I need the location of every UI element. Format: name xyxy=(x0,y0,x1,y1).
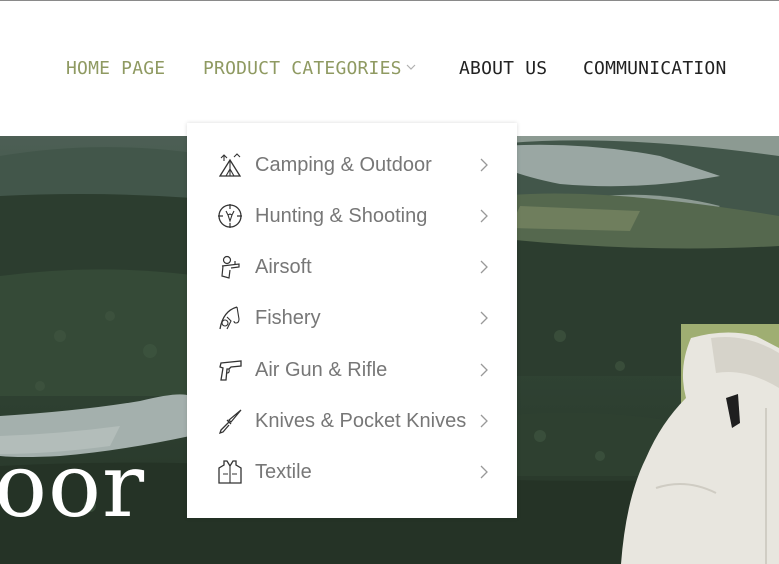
jacket-image xyxy=(621,332,779,564)
dropdown-item-label: Camping & Outdoor xyxy=(255,154,432,176)
nav-product-categories-label: PRODUCT CATEGORIES xyxy=(203,58,402,79)
dropdown-item-hunting-shooting[interactable]: Hunting & Shooting xyxy=(187,195,517,239)
pistol-icon xyxy=(219,360,242,381)
main-nav: HOME PAGE PRODUCT CATEGORIES ABOUT US CO… xyxy=(0,58,779,80)
site-header: HOME PAGE PRODUCT CATEGORIES ABOUT US CO… xyxy=(0,1,779,136)
chevron-down-icon xyxy=(406,64,416,70)
dropdown-item-label: Knives & Pocket Knives xyxy=(255,410,467,432)
dropdown-item-fishery[interactable]: Fishery xyxy=(187,297,517,341)
dropdown-item-air-gun-rifle[interactable]: Air Gun & Rifle xyxy=(187,349,517,393)
vest-icon xyxy=(218,460,242,484)
chevron-right-icon xyxy=(480,311,488,325)
dropdown-item-label: Fishery xyxy=(255,307,321,329)
nav-product-categories[interactable]: PRODUCT CATEGORIES xyxy=(203,58,416,79)
dropdown-item-label: Airsoft xyxy=(255,256,312,278)
nav-communication[interactable]: COMMUNICATION xyxy=(583,58,726,79)
dropdown-item-airsoft[interactable]: Airsoft xyxy=(187,246,517,290)
product-categories-dropdown: Camping & Outdoor Hunting & Shooting Air… xyxy=(187,123,517,518)
chevron-right-icon xyxy=(480,260,488,274)
chevron-right-icon xyxy=(480,158,488,172)
nav-home-page[interactable]: HOME PAGE xyxy=(66,58,165,79)
chevron-right-icon xyxy=(480,414,488,428)
dropdown-item-camping-outdoor[interactable]: Camping & Outdoor xyxy=(187,144,517,188)
chevron-right-icon xyxy=(480,209,488,223)
tent-icon xyxy=(218,153,242,177)
hero-headline: oor xyxy=(0,434,146,537)
dropdown-item-label: Textile xyxy=(255,461,312,483)
nav-about-us[interactable]: ABOUT US xyxy=(459,58,547,79)
dropdown-item-textile[interactable]: Textile xyxy=(187,451,517,495)
knife-icon xyxy=(218,409,242,434)
crosshair-deer-icon xyxy=(218,204,242,228)
dropdown-item-label: Air Gun & Rifle xyxy=(255,359,388,381)
dropdown-item-label: Hunting & Shooting xyxy=(255,205,428,227)
airsoft-player-icon xyxy=(221,255,240,279)
fishing-rod-icon xyxy=(219,306,240,330)
chevron-right-icon xyxy=(480,465,488,479)
chevron-right-icon xyxy=(480,363,488,377)
dropdown-item-knives-pocket-knives[interactable]: Knives & Pocket Knives xyxy=(187,400,517,444)
